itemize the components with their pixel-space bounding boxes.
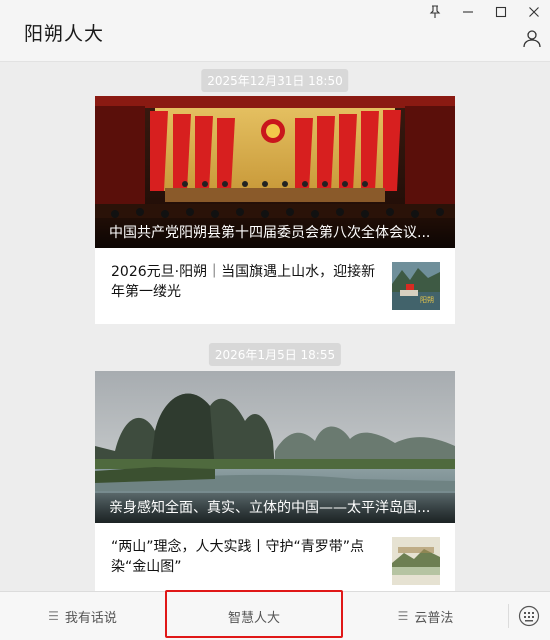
timestamp: 2025年12月31日 18:50	[201, 69, 349, 92]
maximize-icon[interactable]	[484, 0, 517, 24]
menu-label: 我有话说	[64, 610, 117, 626]
menu-label: 云普法	[414, 610, 454, 626]
menu-label: 智慧人大	[227, 610, 280, 626]
title-bar: 阳朔人大	[0, 0, 550, 62]
pin-icon[interactable]	[418, 0, 451, 24]
profile-icon[interactable]	[522, 28, 542, 48]
landscape-thumbnail	[392, 537, 440, 585]
cover-title: 中国共产党阳朔县第十四届委员会第八次全体会议...	[95, 218, 455, 248]
menu-item-智慧人大[interactable]: 智慧人大	[166, 592, 342, 640]
message-feed[interactable]: 2025年12月31日 18:50 中国共产党阳朔县第十四届委员会第八次全体会议…	[0, 63, 550, 591]
cover-article[interactable]: 亲身感知全面、真实、立体的中国——太平洋岛国...	[95, 371, 455, 523]
article-list-item[interactable]: 2026元旦·阳朔｜当国旗遇上山水，迎接新年第一缕光 阳朔	[95, 248, 455, 324]
divider	[508, 604, 509, 628]
article-title: 2026元旦·阳朔｜当国旗遇上山水，迎接新年第一缕光	[111, 264, 376, 300]
menu-list-icon: ☰	[48, 609, 59, 623]
menu-item-我有话说[interactable]: ☰ 我有话说	[0, 592, 165, 640]
bottom-menu-bar: ☰ 我有话说 智慧人大 ☰ 云普法	[0, 591, 550, 640]
menu-list-icon: ☰	[397, 609, 409, 623]
close-icon[interactable]	[517, 0, 550, 24]
window-controls	[418, 0, 550, 24]
cover-article[interactable]: 中国共产党阳朔县第十四届委员会第八次全体会议...	[95, 96, 455, 248]
keyboard-icon[interactable]	[518, 605, 540, 627]
article-card: 中国共产党阳朔县第十四届委员会第八次全体会议... 2026元旦·阳朔｜当国旗遇…	[95, 96, 455, 324]
timestamp: 2026年1月5日 18:55	[208, 343, 342, 366]
article-list-item[interactable]: “两山”理念，人大实践丨守护“青罗带”点染“金山图”	[95, 523, 455, 591]
article-title: “两山”理念，人大实践丨守护“青罗带”点染“金山图”	[111, 539, 365, 575]
app-title: 阳朔人大	[24, 23, 105, 45]
svg-text:阳朔: 阳朔	[420, 295, 434, 304]
cover-title: 亲身感知全面、真实、立体的中国——太平洋岛国...	[95, 493, 455, 523]
menu-item-云普法[interactable]: ☰ 云普法	[343, 592, 508, 640]
minimize-icon[interactable]	[451, 0, 484, 24]
article-card: 亲身感知全面、真实、立体的中国——太平洋岛国... “两山”理念，人大实践丨守护…	[95, 371, 455, 591]
river-flag-thumbnail: 阳朔	[392, 262, 440, 310]
